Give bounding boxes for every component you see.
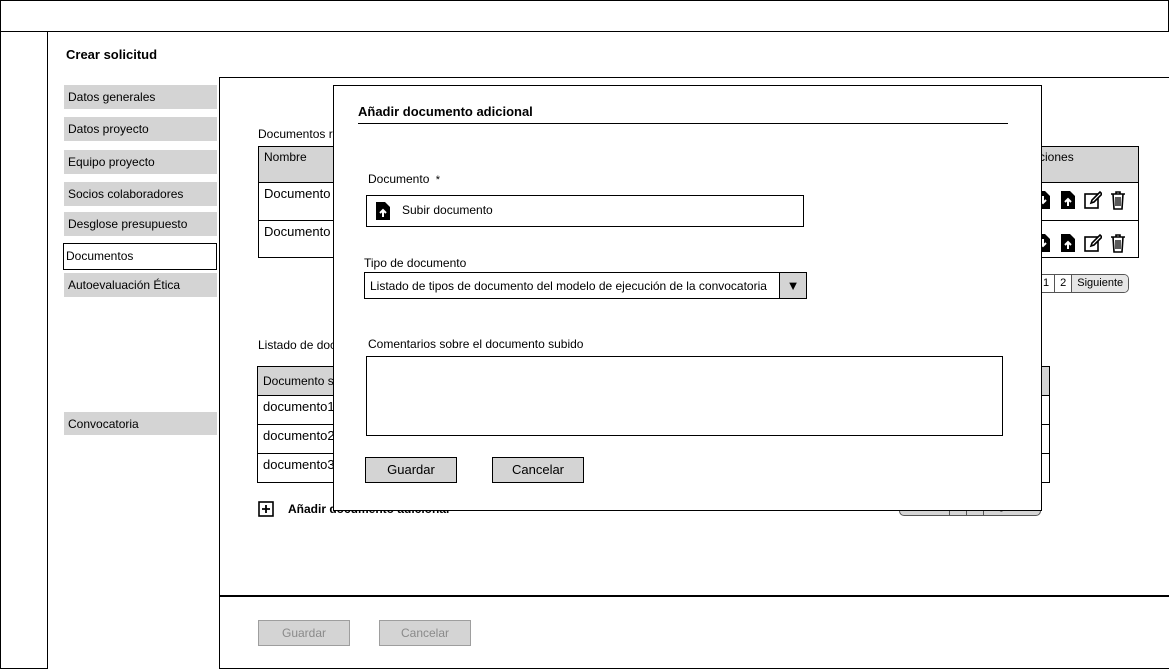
sidebar-item-convocatoria[interactable]: Convocatoria bbox=[64, 412, 217, 435]
document-field-label: Documento * bbox=[368, 172, 440, 186]
trash-icon[interactable] bbox=[1109, 190, 1127, 210]
add-document-dialog: Añadir documento adicional Documento * S… bbox=[333, 85, 1042, 511]
footer-panel bbox=[219, 596, 1169, 669]
footer-cancel-button[interactable]: Cancelar bbox=[379, 620, 471, 646]
doc-type-select[interactable]: Listado de tipos de documento del modelo… bbox=[364, 272, 807, 299]
sidebar-item-documentos[interactable]: Documentos bbox=[63, 243, 217, 270]
row-actions bbox=[1034, 190, 1127, 210]
dialog-cancel-button[interactable]: Cancelar bbox=[492, 457, 584, 483]
dropdown-arrow-icon[interactable]: ▼ bbox=[779, 273, 806, 298]
column-header-nombre: Nombre bbox=[264, 150, 307, 164]
sidebar-item-datos-proyecto[interactable]: Datos proyecto bbox=[64, 117, 217, 141]
row-actions bbox=[1034, 233, 1127, 253]
next-page-button[interactable]: Siguiente bbox=[1071, 275, 1129, 292]
comments-label: Comentarios sobre el documento subido bbox=[368, 337, 584, 351]
document-label-text: Documento bbox=[368, 172, 430, 186]
top-bar bbox=[0, 0, 1169, 32]
upload-label: Subir documento bbox=[402, 203, 493, 217]
sidebar-item-desglose-presupuesto[interactable]: Desglose presupuesto bbox=[64, 212, 217, 236]
upload-document-button[interactable]: Subir documento bbox=[366, 195, 804, 227]
page-2-button[interactable]: 2 bbox=[1054, 275, 1071, 292]
pagination: 1 2 Siguiente bbox=[1037, 274, 1130, 293]
dialog-divider bbox=[358, 123, 1008, 124]
page-title: Crear solicitud bbox=[66, 47, 158, 62]
upload-icon[interactable] bbox=[1059, 190, 1077, 210]
plus-square-icon bbox=[258, 501, 274, 517]
edit-icon[interactable] bbox=[1084, 190, 1102, 210]
required-mark: * bbox=[435, 174, 440, 186]
upload-icon bbox=[376, 202, 390, 220]
edit-icon[interactable] bbox=[1084, 233, 1102, 253]
table-cell: Documento bbox=[264, 224, 331, 239]
dialog-title: Añadir documento adicional bbox=[358, 104, 533, 119]
comments-textarea[interactable] bbox=[366, 356, 1003, 436]
sidebar-item-autoevaluacion-etica[interactable]: Autoevaluación Ética bbox=[64, 273, 217, 297]
left-rail bbox=[0, 32, 48, 669]
dialog-save-button[interactable]: Guardar bbox=[365, 457, 457, 483]
sidebar-item-equipo-proyecto[interactable]: Equipo proyecto bbox=[64, 150, 217, 174]
trash-icon[interactable] bbox=[1109, 233, 1127, 253]
upload-icon[interactable] bbox=[1059, 233, 1077, 253]
table-cell: Documento bbox=[264, 186, 331, 201]
doc-type-value: Listado de tipos de documento del modelo… bbox=[370, 279, 767, 293]
required-docs-label: Documentos r bbox=[258, 127, 333, 141]
sidebar-item-datos-generales[interactable]: Datos generales bbox=[64, 85, 217, 109]
column-header-acciones: ciones bbox=[1039, 150, 1074, 164]
sidebar-item-socios-colaboradores[interactable]: Socios colaboradores bbox=[64, 182, 217, 206]
doc-type-label: Tipo de documento bbox=[364, 256, 467, 270]
footer-save-button[interactable]: Guardar bbox=[258, 620, 350, 646]
doc-list-label: Listado de doc bbox=[258, 338, 337, 352]
